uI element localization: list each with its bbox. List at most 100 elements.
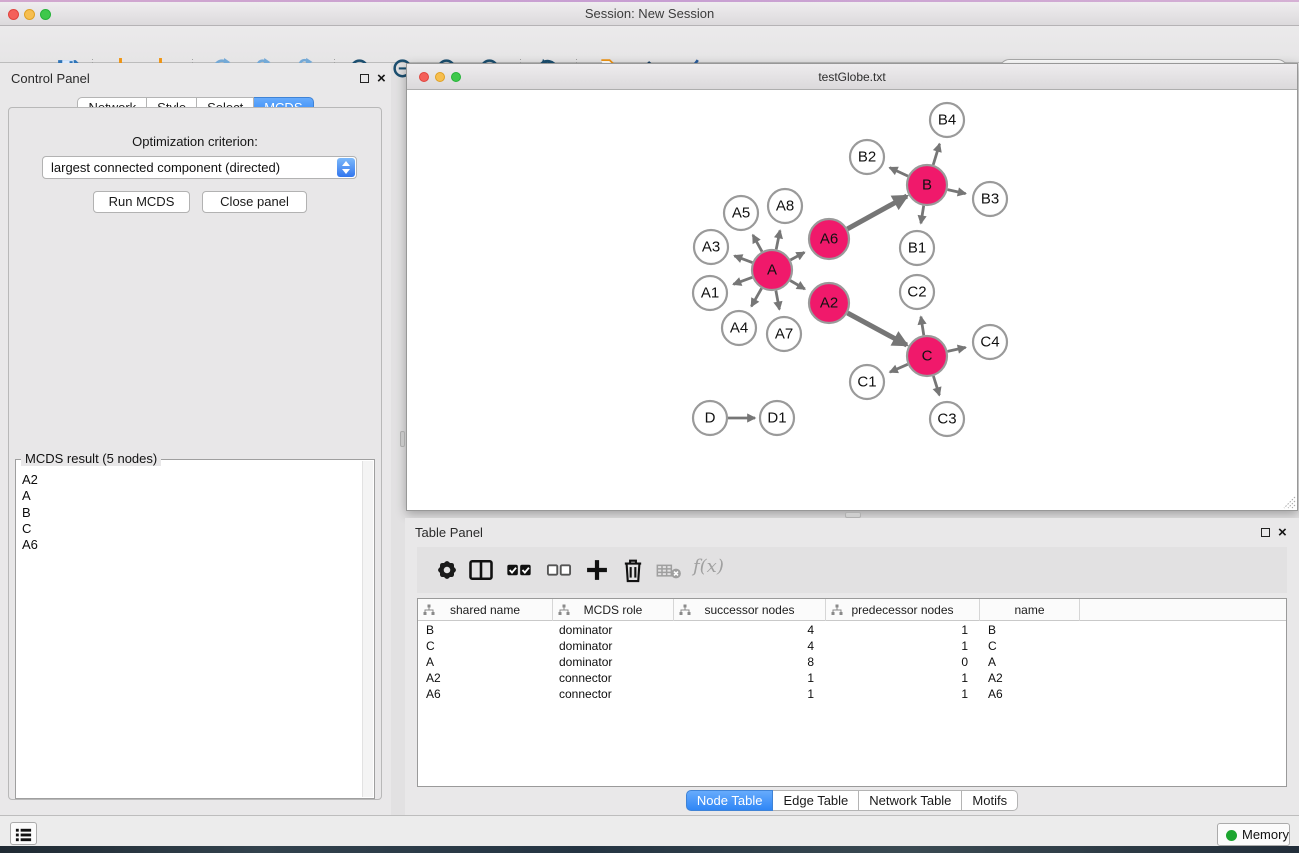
close-panel-icon[interactable]: × — [377, 73, 386, 85]
mcds-result-item[interactable]: B — [18, 505, 360, 521]
table-panel-title: Table Panel — [415, 525, 483, 540]
edge-B-B1[interactable] — [921, 206, 924, 224]
deselect-all-icon[interactable] — [545, 556, 573, 584]
table-cell[interactable]: 0 — [826, 654, 980, 670]
result-list-scrollbar[interactable] — [362, 461, 373, 797]
edge-A2-C[interactable] — [848, 313, 907, 345]
delete-icon[interactable] — [619, 556, 647, 584]
node-label-D: D — [705, 410, 716, 427]
node-label-B1: B1 — [908, 240, 926, 257]
criterion-dropdown[interactable]: largest connected component (directed) — [42, 156, 357, 179]
mcds-result-item[interactable]: A6 — [18, 537, 360, 553]
table-cell[interactable]: 8 — [674, 654, 826, 670]
table-cell[interactable]: C — [418, 638, 553, 654]
edge-A-A1[interactable] — [733, 277, 752, 284]
table-cell[interactable]: dominator — [553, 622, 674, 638]
table-cell[interactable]: A — [418, 654, 553, 670]
mcds-result-item[interactable]: C — [18, 521, 360, 537]
tab-edge-table[interactable]: Edge Table — [773, 790, 859, 811]
edge-A6-B[interactable] — [847, 196, 907, 229]
control-panel: Control Panel × NetworkStyleSelectMCDS O… — [0, 63, 391, 815]
select-all-icon[interactable] — [505, 556, 533, 584]
edge-A-A2[interactable] — [790, 281, 805, 290]
mcds-result-box: MCDS result (5 nodes) A2ABCA6 — [15, 459, 375, 799]
add-column-icon[interactable] — [583, 556, 611, 584]
settings-icon[interactable] — [433, 556, 461, 584]
table-cell[interactable]: A2 — [418, 670, 553, 686]
edge-C-C4[interactable] — [948, 347, 966, 351]
table-cell[interactable]: 1 — [826, 638, 980, 654]
table-panel: Table Panel × f(x) — [405, 518, 1299, 815]
table-cell[interactable]: A6 — [980, 686, 1080, 702]
node-label-A1: A1 — [701, 285, 719, 302]
node-label-A2: A2 — [820, 295, 838, 312]
table-row[interactable]: Cdominator41C — [418, 638, 1286, 654]
network-graph[interactable]: B4B2BB3A5A8A6B1A3AC2A1A2A4A7C4CC1C3DD1 — [407, 91, 1297, 510]
network-canvas[interactable]: B4B2BB3A5A8A6B1A3AC2A1A2A4A7C4CC1C3DD1 — [407, 91, 1297, 510]
resize-grip-icon[interactable] — [1282, 495, 1296, 509]
table-cell[interactable]: 1 — [826, 686, 980, 702]
edge-A-A7[interactable] — [776, 291, 780, 310]
float-table-panel-icon[interactable] — [1261, 528, 1270, 537]
table-row[interactable]: Adominator80A — [418, 654, 1286, 670]
column-header-successor-nodes[interactable]: successor nodes — [674, 599, 826, 621]
node-label-C2: C2 — [907, 284, 926, 301]
tab-motifs[interactable]: Motifs — [962, 790, 1018, 811]
table-cell[interactable]: connector — [553, 686, 674, 702]
table-cell[interactable]: 1 — [826, 622, 980, 638]
column-header-predecessor-nodes[interactable]: predecessor nodes — [826, 599, 980, 621]
edge-B-B4[interactable] — [933, 144, 939, 165]
table-cell[interactable]: 4 — [674, 638, 826, 654]
task-history-button[interactable] — [10, 822, 37, 845]
table-cell[interactable]: B — [980, 622, 1080, 638]
main-titlebar: Session: New Session — [0, 2, 1299, 26]
tab-network-table[interactable]: Network Table — [859, 790, 962, 811]
table-cell[interactable]: B — [418, 622, 553, 638]
table-cell[interactable]: connector — [553, 670, 674, 686]
edge-B-B2[interactable] — [890, 168, 908, 177]
table-cell[interactable]: dominator — [553, 638, 674, 654]
table-cell[interactable]: 4 — [674, 622, 826, 638]
table-row[interactable]: A6connector11A6 — [418, 686, 1286, 702]
vertical-splitter-handle[interactable] — [400, 431, 405, 447]
tab-node-table[interactable]: Node Table — [686, 790, 774, 811]
table-cell[interactable]: 1 — [674, 686, 826, 702]
network-view-window: testGlobe.txt B4B2BB3A5A8A6B1A3AC2A1A2A4… — [406, 63, 1298, 511]
table-cell[interactable]: C — [980, 638, 1080, 654]
node-table[interactable]: shared nameMCDS rolesuccessor nodesprede… — [417, 598, 1287, 787]
mcds-result-item[interactable]: A2 — [18, 472, 360, 488]
mcds-result-list: A2ABCA6 — [18, 464, 360, 796]
table-cell[interactable]: A — [980, 654, 1080, 670]
column-header-shared-name[interactable]: shared name — [418, 599, 553, 621]
edge-A-A3[interactable] — [734, 256, 752, 263]
split-view-icon[interactable] — [467, 556, 495, 584]
table-cell[interactable]: 1 — [674, 670, 826, 686]
delete-table-icon[interactable] — [655, 556, 683, 584]
table-header-row: shared nameMCDS rolesuccessor nodesprede… — [418, 599, 1286, 621]
edge-A-A4[interactable] — [751, 288, 761, 306]
node-label-A8: A8 — [776, 198, 794, 215]
edge-B-B3[interactable] — [948, 190, 966, 194]
table-cell[interactable]: dominator — [553, 654, 674, 670]
float-panel-icon[interactable] — [360, 74, 369, 83]
close-panel-button[interactable]: Close panel — [202, 191, 307, 213]
table-row[interactable]: A2connector11A2 — [418, 670, 1286, 686]
function-builder-icon[interactable]: f(x) — [693, 556, 724, 577]
table-cell[interactable]: A2 — [980, 670, 1080, 686]
column-header-MCDS-role[interactable]: MCDS role — [553, 599, 674, 621]
column-header-name[interactable]: name — [980, 599, 1080, 621]
edge-A-A6[interactable] — [790, 252, 804, 260]
edge-C-C2[interactable] — [921, 317, 924, 336]
table-cell[interactable]: 1 — [826, 670, 980, 686]
node-label-D1: D1 — [767, 410, 786, 427]
close-table-panel-icon[interactable]: × — [1278, 527, 1287, 539]
edge-C-C3[interactable] — [933, 376, 939, 395]
edge-A-A5[interactable] — [753, 235, 762, 252]
memory-button[interactable]: Memory — [1217, 823, 1290, 846]
table-cell[interactable]: A6 — [418, 686, 553, 702]
table-row[interactable]: Bdominator41B — [418, 622, 1286, 638]
edge-C-C1[interactable] — [890, 364, 908, 372]
mcds-result-item[interactable]: A — [18, 488, 360, 504]
run-mcds-button[interactable]: Run MCDS — [93, 191, 190, 213]
edge-A-A8[interactable] — [776, 231, 780, 250]
